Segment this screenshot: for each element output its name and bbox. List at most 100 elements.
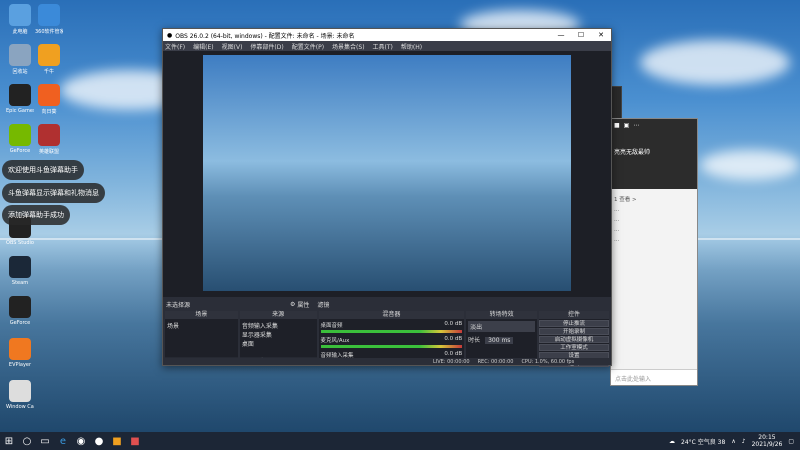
desktop-shortcut[interactable]: GeForce (6, 124, 34, 154)
desktop-shortcut[interactable]: 此电脑 (6, 4, 34, 35)
epic-icon (9, 84, 31, 106)
scenes-header: 场景 (165, 311, 238, 319)
menu-item[interactable]: 视图(V) (222, 42, 243, 51)
window-titlebar[interactable]: ● OBS 26.0.2 (64-bit, windows) - 配置文件: 未… (163, 29, 611, 41)
desktop-shortcut[interactable]: 英雄联盟 (35, 124, 63, 155)
list-item[interactable]: ... (614, 207, 694, 213)
task-view-icon[interactable]: ▭ (36, 432, 54, 450)
list-item[interactable]: ... (614, 227, 694, 233)
menu-item[interactable]: 场景集合(S) (332, 42, 365, 51)
duration-label: 时长 (468, 337, 481, 344)
duration-input[interactable]: 300 ms (485, 337, 514, 344)
chat-list[interactable]: 1 查看 > ... ... ... ... (611, 189, 697, 249)
preview-area[interactable] (163, 51, 611, 297)
maximize-icon[interactable]: ☐ (571, 31, 591, 39)
shortcut-label: Epic Games Launcher (6, 108, 34, 114)
nvidia-icon (9, 124, 31, 146)
menu-item[interactable]: 帮助(H) (401, 42, 422, 51)
channel-name: 麦克风/Aux (320, 338, 350, 344)
desktop-shortcut[interactable]: Epic Games Launcher (6, 84, 34, 114)
sources-dock[interactable]: 来源 音频输入采集 显示器采集 桌面 + − ⚙ ∧ ∨ (239, 311, 317, 365)
evplayer-icon (9, 338, 31, 360)
list-item[interactable]: 1 查看 > (614, 195, 694, 203)
steam-taskbar-icon[interactable]: ◉ (72, 432, 90, 450)
app-store-icon (38, 4, 60, 26)
rec-status: REC: 00:00:00 (477, 358, 514, 365)
transition-select[interactable]: 淡出 (468, 321, 535, 332)
list-item[interactable]: ... (614, 237, 694, 243)
clock[interactable]: 20:15 2021/9/26 (752, 434, 783, 448)
properties-button[interactable]: 属性 (297, 300, 309, 309)
search-icon[interactable]: ○ (18, 432, 36, 450)
system-tray: ☁ 24°C 空气良 38 ∧ ♪ 20:15 2021/9/26 ▢ (669, 434, 800, 448)
shortcut-label: GeForce (9, 320, 31, 326)
g-hub-icon (9, 296, 31, 318)
menu-item[interactable]: 文件(F) (165, 42, 185, 51)
status-bar: LIVE: 00:00:00 REC: 00:00:00 CPU: 1.0%, … (163, 358, 611, 365)
shortcut-label: 向日葵 (41, 109, 57, 115)
chat-window[interactable]: ■ ▣ ⋯ 亮亮无敌最帅 1 查看 > ... ... ... ... 点击此处… (610, 118, 698, 386)
control-button[interactable]: 工作室模式 (539, 344, 609, 351)
desktop-shortcut[interactable]: EVPlayer (6, 338, 34, 368)
edge-icon[interactable]: e (54, 432, 72, 450)
obs-window[interactable]: ● OBS 26.0.2 (64-bit, windows) - 配置文件: 未… (162, 28, 612, 367)
more-icon[interactable]: ⋯ (633, 122, 639, 129)
volume-meter[interactable] (320, 330, 463, 333)
source-item[interactable]: 音频输入采集 (242, 321, 315, 330)
app-taskbar-icon[interactable]: ■ (126, 432, 144, 450)
menu-item[interactable]: 编辑(E) (193, 42, 213, 51)
shortcut-label: 回收站 (12, 69, 28, 75)
camera-icon (9, 380, 31, 402)
shortcut-label: OBS Studio (6, 240, 34, 246)
source-item[interactable]: 桌面 (242, 339, 315, 348)
mixer-channel[interactable]: 桌面音频 0.0 dB (320, 321, 463, 333)
volume-icon[interactable]: ♪ (742, 438, 746, 445)
preview-canvas[interactable] (203, 55, 571, 291)
list-item[interactable]: ... (614, 217, 694, 223)
app-taskbar-icon[interactable]: ■ (108, 432, 126, 450)
shortcut-label: 360软件管家 (35, 29, 63, 35)
chat-input[interactable]: 点击此处输入 (611, 369, 697, 385)
weather-text[interactable]: 24°C 空气良 38 (681, 437, 725, 446)
minimize-icon[interactable]: — (551, 31, 571, 39)
desktop-shortcut[interactable]: Window Camera (6, 380, 34, 410)
transitions-dock[interactable]: 转场特效 淡出 时长 300 ms (466, 311, 537, 365)
desktop-shortcut[interactable]: 360软件管家 (35, 4, 63, 35)
controls-dock[interactable]: 控件 停止推流开始录制启动虚拟摄像机工作室模式设置退出 (539, 311, 609, 367)
menu-bar: 文件(F) 编辑(E) 视图(V) 停靠部件(D) 配置文件(P) 场景集合(S) 工具(T… (163, 41, 611, 51)
mixer-channel[interactable]: 麦克风/Aux 0.0 dB (320, 336, 463, 348)
windows-start-icon[interactable]: ⊞ (0, 432, 18, 450)
tray-arrow-icon[interactable]: ∧ (731, 438, 735, 445)
volume-meter[interactable] (320, 345, 463, 348)
camera-icon[interactable]: ■ (614, 122, 620, 129)
close-icon[interactable]: ✕ (591, 31, 611, 39)
mixer-dock[interactable]: 混音器 桌面音频 0.0 dB 麦克风/Aux 0.0 dB 音频输入采集 0.… (318, 311, 465, 365)
control-button[interactable]: 开始录制 (539, 328, 609, 335)
scenes-dock[interactable]: 场景 场景 + − ∧ ∨ (165, 311, 238, 365)
menu-item[interactable]: 工具(T) (373, 42, 393, 51)
desktop-shortcut[interactable]: GeForce (6, 296, 34, 326)
scene-item[interactable]: 场景 (167, 321, 236, 330)
shortcut-label: Window Camera (6, 404, 34, 410)
filters-button[interactable]: 滤镜 (317, 300, 329, 309)
screen-share-icon[interactable]: ▣ (624, 122, 630, 129)
no-source-label: 未选择源 (166, 301, 191, 309)
control-button[interactable]: 停止推流 (539, 320, 609, 327)
channel-db: 0.0 dB (444, 351, 463, 357)
toast-message: 欢迎使用斗鱼弹幕助手 (2, 160, 84, 180)
desktop-shortcut[interactable]: 回收站 (6, 44, 34, 75)
menu-item[interactable]: 停靠部件(D) (250, 42, 283, 51)
notification-icon[interactable]: ▢ (788, 438, 794, 445)
desktop-shortcut[interactable]: 千牛 (35, 44, 63, 75)
dock-panel: 场景 场景 + − ∧ ∨ 来源 音频输入采集 显示器采集 桌面 + − ⚙ ∧… (163, 311, 611, 367)
clock-date: 2021/9/26 (751, 441, 783, 448)
weather-icon[interactable]: ☁ (669, 438, 675, 445)
desktop-shortcut[interactable]: 向日葵 (35, 84, 63, 115)
control-button[interactable]: 启动虚拟摄像机 (539, 336, 609, 343)
menu-item[interactable]: 配置文件(P) (292, 42, 324, 51)
obs-taskbar-icon[interactable]: ● (90, 432, 108, 450)
gear-icon[interactable]: ⚙ (290, 301, 295, 308)
sources-header: 来源 (239, 311, 317, 319)
source-item[interactable]: 显示器采集 (242, 330, 315, 339)
desktop-shortcut[interactable]: Steam (6, 256, 34, 286)
